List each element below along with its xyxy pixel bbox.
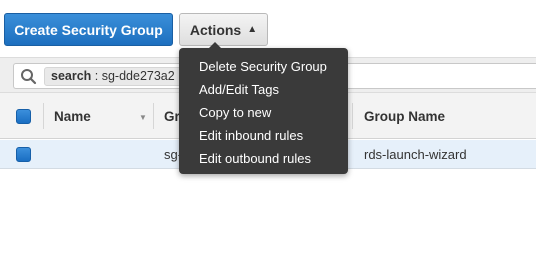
- search-token-value: : sg-dde273a2: [91, 69, 175, 83]
- search-icon: [21, 69, 37, 85]
- row-checkbox[interactable]: [16, 147, 31, 162]
- chevron-up-icon: ▲: [247, 24, 258, 35]
- menu-item-edit-outbound-rules[interactable]: Edit outbound rules: [179, 147, 348, 170]
- actions-dropdown-menu: Delete Security Group Add/Edit Tags Copy…: [179, 42, 348, 174]
- cell-group-name: rds-launch-wizard: [364, 147, 467, 162]
- actions-button-label: Actions: [189, 21, 242, 38]
- column-header-group-name[interactable]: Group Name: [364, 93, 445, 139]
- menu-item-edit-inbound-rules[interactable]: Edit inbound rules: [179, 124, 348, 147]
- menu-item-add-edit-tags[interactable]: Add/Edit Tags: [179, 78, 348, 101]
- column-divider: [352, 103, 353, 129]
- actions-button[interactable]: Actions ▲: [179, 13, 268, 46]
- select-all-checkbox[interactable]: [16, 109, 31, 124]
- create-security-group-button[interactable]: Create Security Group: [4, 13, 173, 46]
- search-filter-token[interactable]: search : sg-dde273a2: [44, 67, 182, 86]
- column-header-name[interactable]: Name: [54, 93, 91, 139]
- search-token-key: search: [51, 69, 92, 83]
- sort-down-icon[interactable]: ▼: [139, 113, 147, 122]
- menu-item-delete-security-group[interactable]: Delete Security Group: [179, 55, 348, 78]
- menu-item-copy-to-new[interactable]: Copy to new: [179, 101, 348, 124]
- column-divider: [153, 103, 154, 129]
- column-divider: [43, 103, 44, 129]
- column-header-group-id[interactable]: Gr: [164, 93, 180, 139]
